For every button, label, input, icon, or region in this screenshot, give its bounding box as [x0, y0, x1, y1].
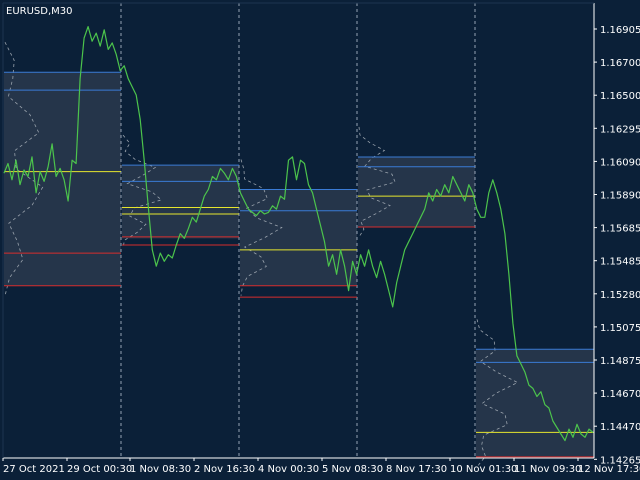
price-tick-label: 1.15075	[600, 323, 640, 334]
time-tick-label: 10 Nov 01:30	[450, 464, 517, 475]
price-tick-label: 1.15685	[600, 224, 640, 235]
time-tick-label: 27 Oct 2021	[3, 464, 65, 475]
range-box	[476, 349, 594, 457]
price-tick-label: 1.15280	[600, 290, 640, 301]
price-tick-label: 1.14875	[600, 356, 640, 367]
price-tick-label: 1.15485	[600, 257, 640, 268]
time-tick-label: 8 Nov 17:30	[386, 464, 447, 475]
price-tick-label: 1.16090	[600, 157, 640, 168]
time-tick-label: 2 Nov 16:30	[194, 464, 255, 475]
price-chart[interactable]: 1.16905 1.16700 1.16500 1.16295 1.16090 1.158…	[0, 0, 640, 480]
price-tick-label: 1.16295	[600, 124, 640, 135]
price-tick-label: 1.16905	[600, 25, 640, 36]
range-box	[358, 156, 475, 228]
price-tick-label: 1.14670	[600, 389, 640, 400]
time-tick-label: 5 Nov 08:30	[322, 464, 383, 475]
range-box	[122, 165, 239, 239]
price-tick-label: 1.14470	[600, 422, 640, 433]
time-tick-label: 29 Oct 00:30	[67, 464, 132, 475]
time-tick-label: 4 Nov 00:30	[258, 464, 319, 475]
time-tick-label: 1 Nov 08:30	[130, 464, 191, 475]
chart-window[interactable]: 1.16905 1.16700 1.16500 1.16295 1.16090 1.158…	[0, 0, 640, 480]
symbol-label: EURUSD,M30	[6, 6, 72, 17]
price-tick-label: 1.15890	[600, 191, 640, 202]
price-tick-label: 1.16700	[600, 58, 640, 69]
time-tick-label: 11 Nov 09:30	[514, 464, 581, 475]
price-tick-label: 1.16500	[600, 91, 640, 102]
time-tick-label: 12 Nov 17:30	[578, 464, 640, 475]
range-box	[240, 189, 357, 286]
